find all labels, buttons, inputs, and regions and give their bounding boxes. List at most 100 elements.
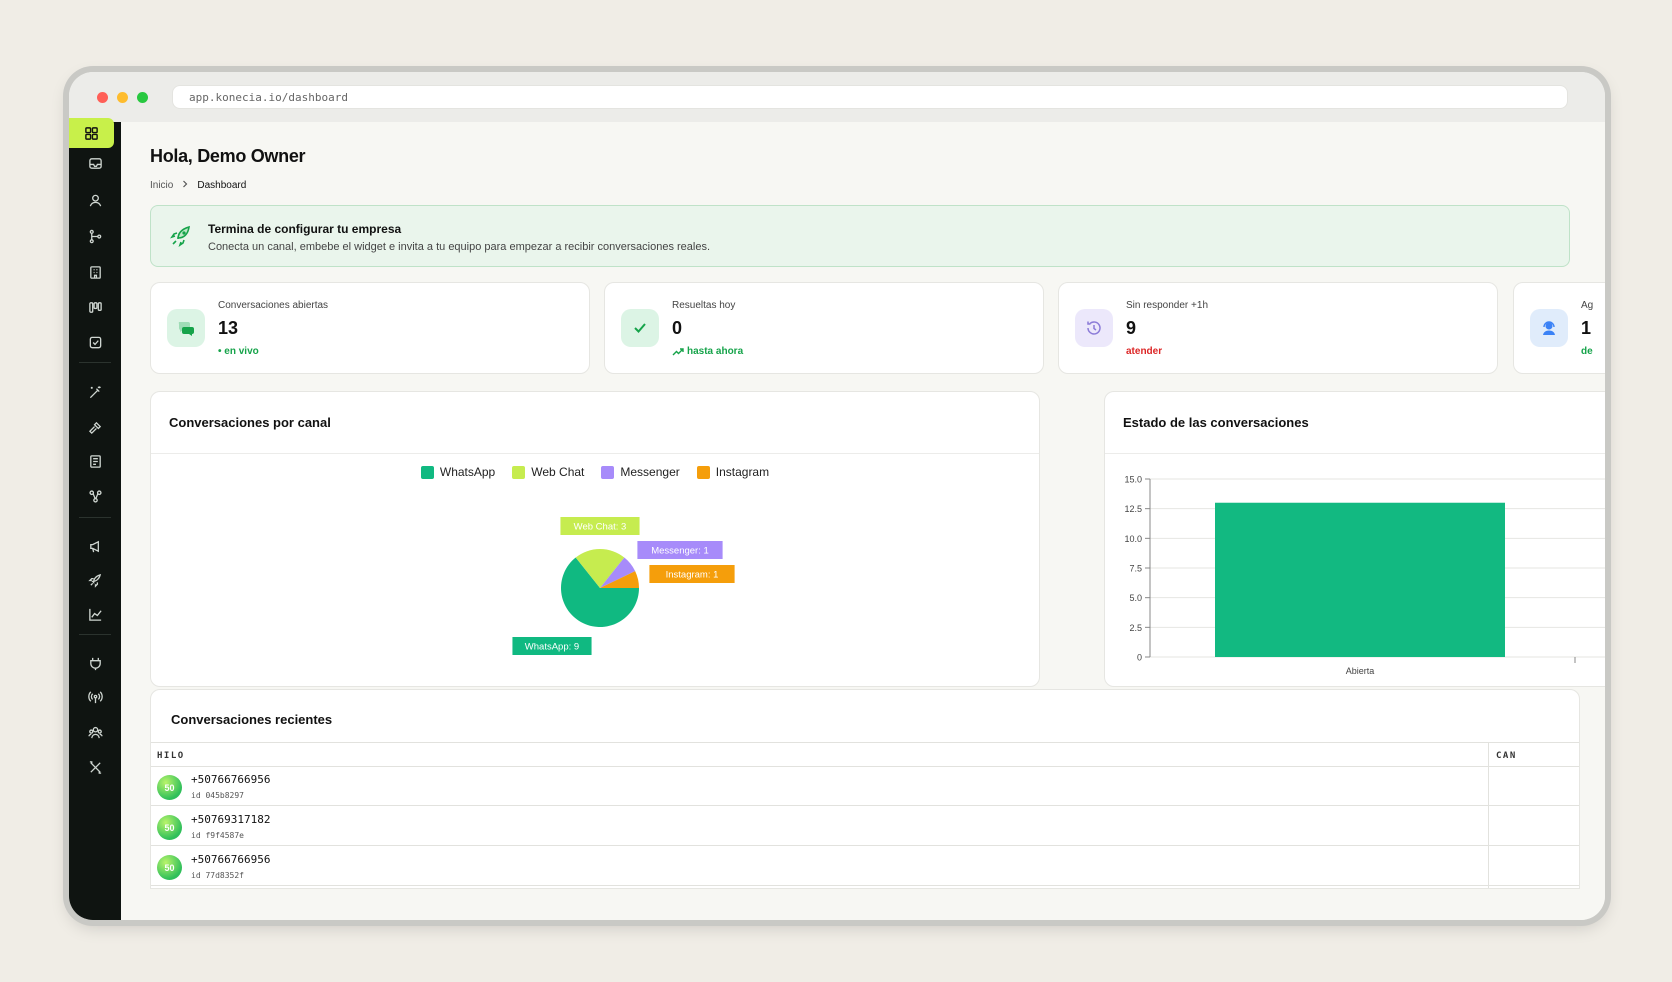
nav-ai[interactable] (82, 379, 108, 405)
table-title: Conversaciones recientes (171, 712, 333, 727)
nav-inbox[interactable] (82, 150, 108, 176)
table-row[interactable]: 50 +50769317182 id f9f4587e (151, 807, 1579, 846)
nav-analytics[interactable] (82, 601, 108, 627)
x-tick-label: Abierta (1346, 666, 1375, 676)
trend-up-icon (672, 347, 684, 355)
kpi-value: 9 (1126, 318, 1137, 338)
nav-onboarding[interactable] (82, 567, 108, 593)
y-tick-label: 12.5 (1124, 504, 1142, 514)
nav-kanban[interactable] (82, 294, 108, 320)
thread-id: id f9f4587e (191, 831, 244, 840)
nav-companies[interactable] (82, 259, 108, 285)
table-header: HILO CAN (151, 742, 1579, 767)
nav-flows[interactable] (82, 223, 108, 249)
campaigns-icon (89, 540, 99, 552)
recent-conversations-table: Conversaciones recientes HILO CAN 50 +50… (150, 689, 1580, 889)
svg-text:Web Chat: 3: Web Chat: 3 (574, 522, 627, 533)
kpi-value: 1 (1581, 318, 1592, 338)
analytics-icon (88, 608, 102, 621)
sidebar-divider (79, 517, 111, 518)
table-row[interactable]: 50 +50766766956 id 77d8352f (151, 847, 1579, 886)
nav-dashboard[interactable] (69, 118, 114, 148)
y-tick-label: 0 (1137, 653, 1142, 663)
y-tick-label: 10.0 (1124, 534, 1142, 544)
y-tick-label: 2.5 (1129, 623, 1142, 633)
bar[interactable] (1215, 502, 1505, 657)
history-clock-icon (1075, 309, 1113, 347)
close-window-button[interactable] (97, 92, 108, 103)
kpi-sub: hasta ahora (687, 346, 744, 357)
nav-tasks[interactable] (82, 329, 108, 355)
y-tick-label: 5.0 (1129, 593, 1142, 603)
kpi-unanswered[interactable]: Sin responder +1h 9 atender (1058, 282, 1498, 374)
column-divider (1488, 742, 1489, 888)
maximize-window-button[interactable] (137, 92, 148, 103)
kpi-resolved-today[interactable]: Resueltas hoy 0 hasta ahora (604, 282, 1044, 374)
team-icon (87, 726, 103, 738)
building-icon (89, 265, 101, 279)
main-content: Hola, Demo Owner Inicio Dashboard Termin… (121, 122, 1605, 920)
nav-settings[interactable] (82, 754, 108, 780)
kpi-sub: • en vivo (218, 346, 259, 357)
kpi-value: 0 (672, 318, 683, 338)
pie-data-label: Instagram: 1 (649, 565, 735, 583)
channels-antenna-icon (87, 690, 103, 703)
column-header-thread[interactable]: HILO (157, 751, 185, 761)
nav-plugins[interactable] (82, 650, 108, 676)
address-bar[interactable]: app.konecia.io/dashboard (172, 85, 1568, 109)
sidebar-divider (79, 634, 111, 635)
table-row[interactable]: 50 +50766766956 id 045b8297 (151, 767, 1579, 806)
plugin-icon (89, 657, 101, 670)
ai-wand-icon (89, 385, 101, 398)
pie-data-label: WhatsApp: 9 (512, 637, 592, 655)
nav-campaigns[interactable] (82, 533, 108, 559)
contacts-icon (89, 194, 101, 206)
check-icon (621, 309, 659, 347)
nav-team[interactable] (82, 719, 108, 745)
flows-icon (89, 229, 101, 243)
breadcrumb: Inicio Dashboard (150, 180, 246, 191)
onboarding-rocket-icon (87, 573, 101, 588)
status-chart-card: Estado de las conversaciones 0 2.5 5.0 7.5 1… (1104, 391, 1605, 687)
channel-chart-card: Conversaciones por canal WhatsApp Web Cha… (150, 391, 1040, 687)
bar-chart: 0 2.5 5.0 7.5 10.0 12.5 15.0 Abierta (1124, 475, 1605, 676)
page-title: Hola, Demo Owner (150, 146, 306, 166)
breadcrumb-current: Dashboard (197, 180, 247, 191)
pie-data-label: Web Chat: 3 (560, 517, 640, 535)
nav-tools[interactable] (82, 414, 108, 440)
svg-text:Instagram: 1: Instagram: 1 (666, 570, 719, 581)
settings-tools-icon (89, 760, 101, 774)
knowledge-book-icon (89, 454, 101, 468)
tasks-icon (89, 336, 101, 348)
kpi-label: Resueltas hoy (672, 300, 736, 311)
contact-phone: +50766766956 (191, 853, 271, 866)
kpi-label: Ag (1581, 300, 1594, 311)
pie-data-label: Messenger: 1 (637, 541, 723, 559)
kpi-label: Sin responder +1h (1126, 300, 1209, 311)
kanban-icon (88, 301, 102, 313)
contact-phone: +50766766956 (191, 773, 271, 786)
kpi-agents[interactable]: Ag 1 de (1513, 282, 1605, 374)
svg-text:WhatsApp: 9: WhatsApp: 9 (525, 642, 579, 653)
setup-banner[interactable]: Termina de configurar tu empresa Conecta… (150, 205, 1570, 267)
avatar: 50 (157, 815, 182, 840)
thread-id: id 77d8352f (191, 871, 244, 880)
avatar: 50 (157, 855, 182, 880)
nav-contacts[interactable] (82, 187, 108, 213)
browser-chrome: app.konecia.io/dashboard (69, 72, 1605, 122)
nav-channels[interactable] (82, 684, 108, 710)
nav-knowledge[interactable] (82, 448, 108, 474)
breadcrumb-home[interactable]: Inicio (150, 180, 173, 191)
rocket-icon (170, 225, 190, 247)
kpi-sub: atender (1126, 346, 1163, 357)
sidebar (69, 118, 121, 920)
sidebar-divider (79, 362, 111, 363)
kpi-open-conversations[interactable]: Conversaciones abiertas 13 • en vivo (150, 282, 590, 374)
svg-text:Messenger: 1: Messenger: 1 (651, 546, 709, 557)
minimize-window-button[interactable] (117, 92, 128, 103)
column-header-channel[interactable]: CAN (1496, 751, 1517, 761)
agent-headset-icon (1530, 309, 1568, 347)
nav-integrations[interactable] (82, 483, 108, 509)
kpi-value: 13 (218, 318, 239, 338)
tools-icon (88, 421, 101, 434)
